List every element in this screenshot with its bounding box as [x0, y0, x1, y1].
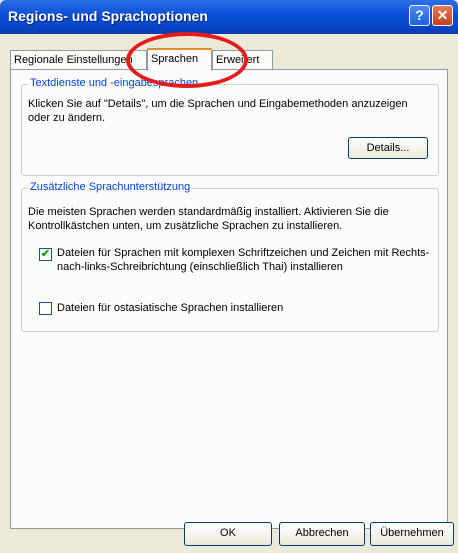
- tab-panel: Textdienste und -eingabesprachen Klicken…: [10, 69, 448, 529]
- tab-erweitert[interactable]: Erweitert: [212, 50, 273, 70]
- group-description: Die meisten Sprachen werden standardmäßi…: [28, 206, 389, 232]
- group-description: Klicken Sie auf "Details", um die Sprach…: [28, 98, 408, 124]
- group-title: Zusätzliche Sprachunterstützung: [28, 181, 193, 193]
- checkbox-complex-scripts[interactable]: ✔: [39, 248, 52, 261]
- group-title: Textdienste und -eingabesprachen: [28, 77, 201, 89]
- tab-regionale-einstellungen[interactable]: Regionale Einstellungen: [10, 50, 147, 70]
- title-bar[interactable]: Regions- und Sprachoptionen ? ✕: [0, 0, 458, 34]
- checkbox-east-asian-label[interactable]: Dateien für ostasiatische Sprachen insta…: [57, 301, 435, 315]
- details-button[interactable]: Details...: [348, 137, 428, 159]
- group-zusaetzliche-sprachunterstuetzung: Zusätzliche Sprachunterstützung Die meis…: [21, 181, 439, 332]
- help-icon: ?: [415, 7, 424, 23]
- checkbox-complex-scripts-label[interactable]: Dateien für Sprachen mit komplexen Schri…: [57, 246, 435, 274]
- apply-button[interactable]: Übernehmen: [370, 522, 454, 546]
- group-textdienste: Textdienste und -eingabesprachen Klicken…: [21, 77, 439, 176]
- ok-button[interactable]: OK: [184, 522, 272, 546]
- close-icon: ✕: [436, 7, 449, 23]
- dialog-window: Regions- und Sprachoptionen ? ✕ Regional…: [0, 0, 458, 553]
- window-title: Regions- und Sprachoptionen: [8, 8, 208, 24]
- close-button[interactable]: ✕: [432, 5, 453, 26]
- help-button[interactable]: ?: [409, 5, 430, 26]
- tab-sprachen[interactable]: Sprachen: [147, 48, 212, 71]
- checkmark-icon: ✔: [40, 248, 51, 260]
- cancel-button[interactable]: Abbrechen: [279, 522, 365, 546]
- checkbox-east-asian[interactable]: [39, 302, 52, 315]
